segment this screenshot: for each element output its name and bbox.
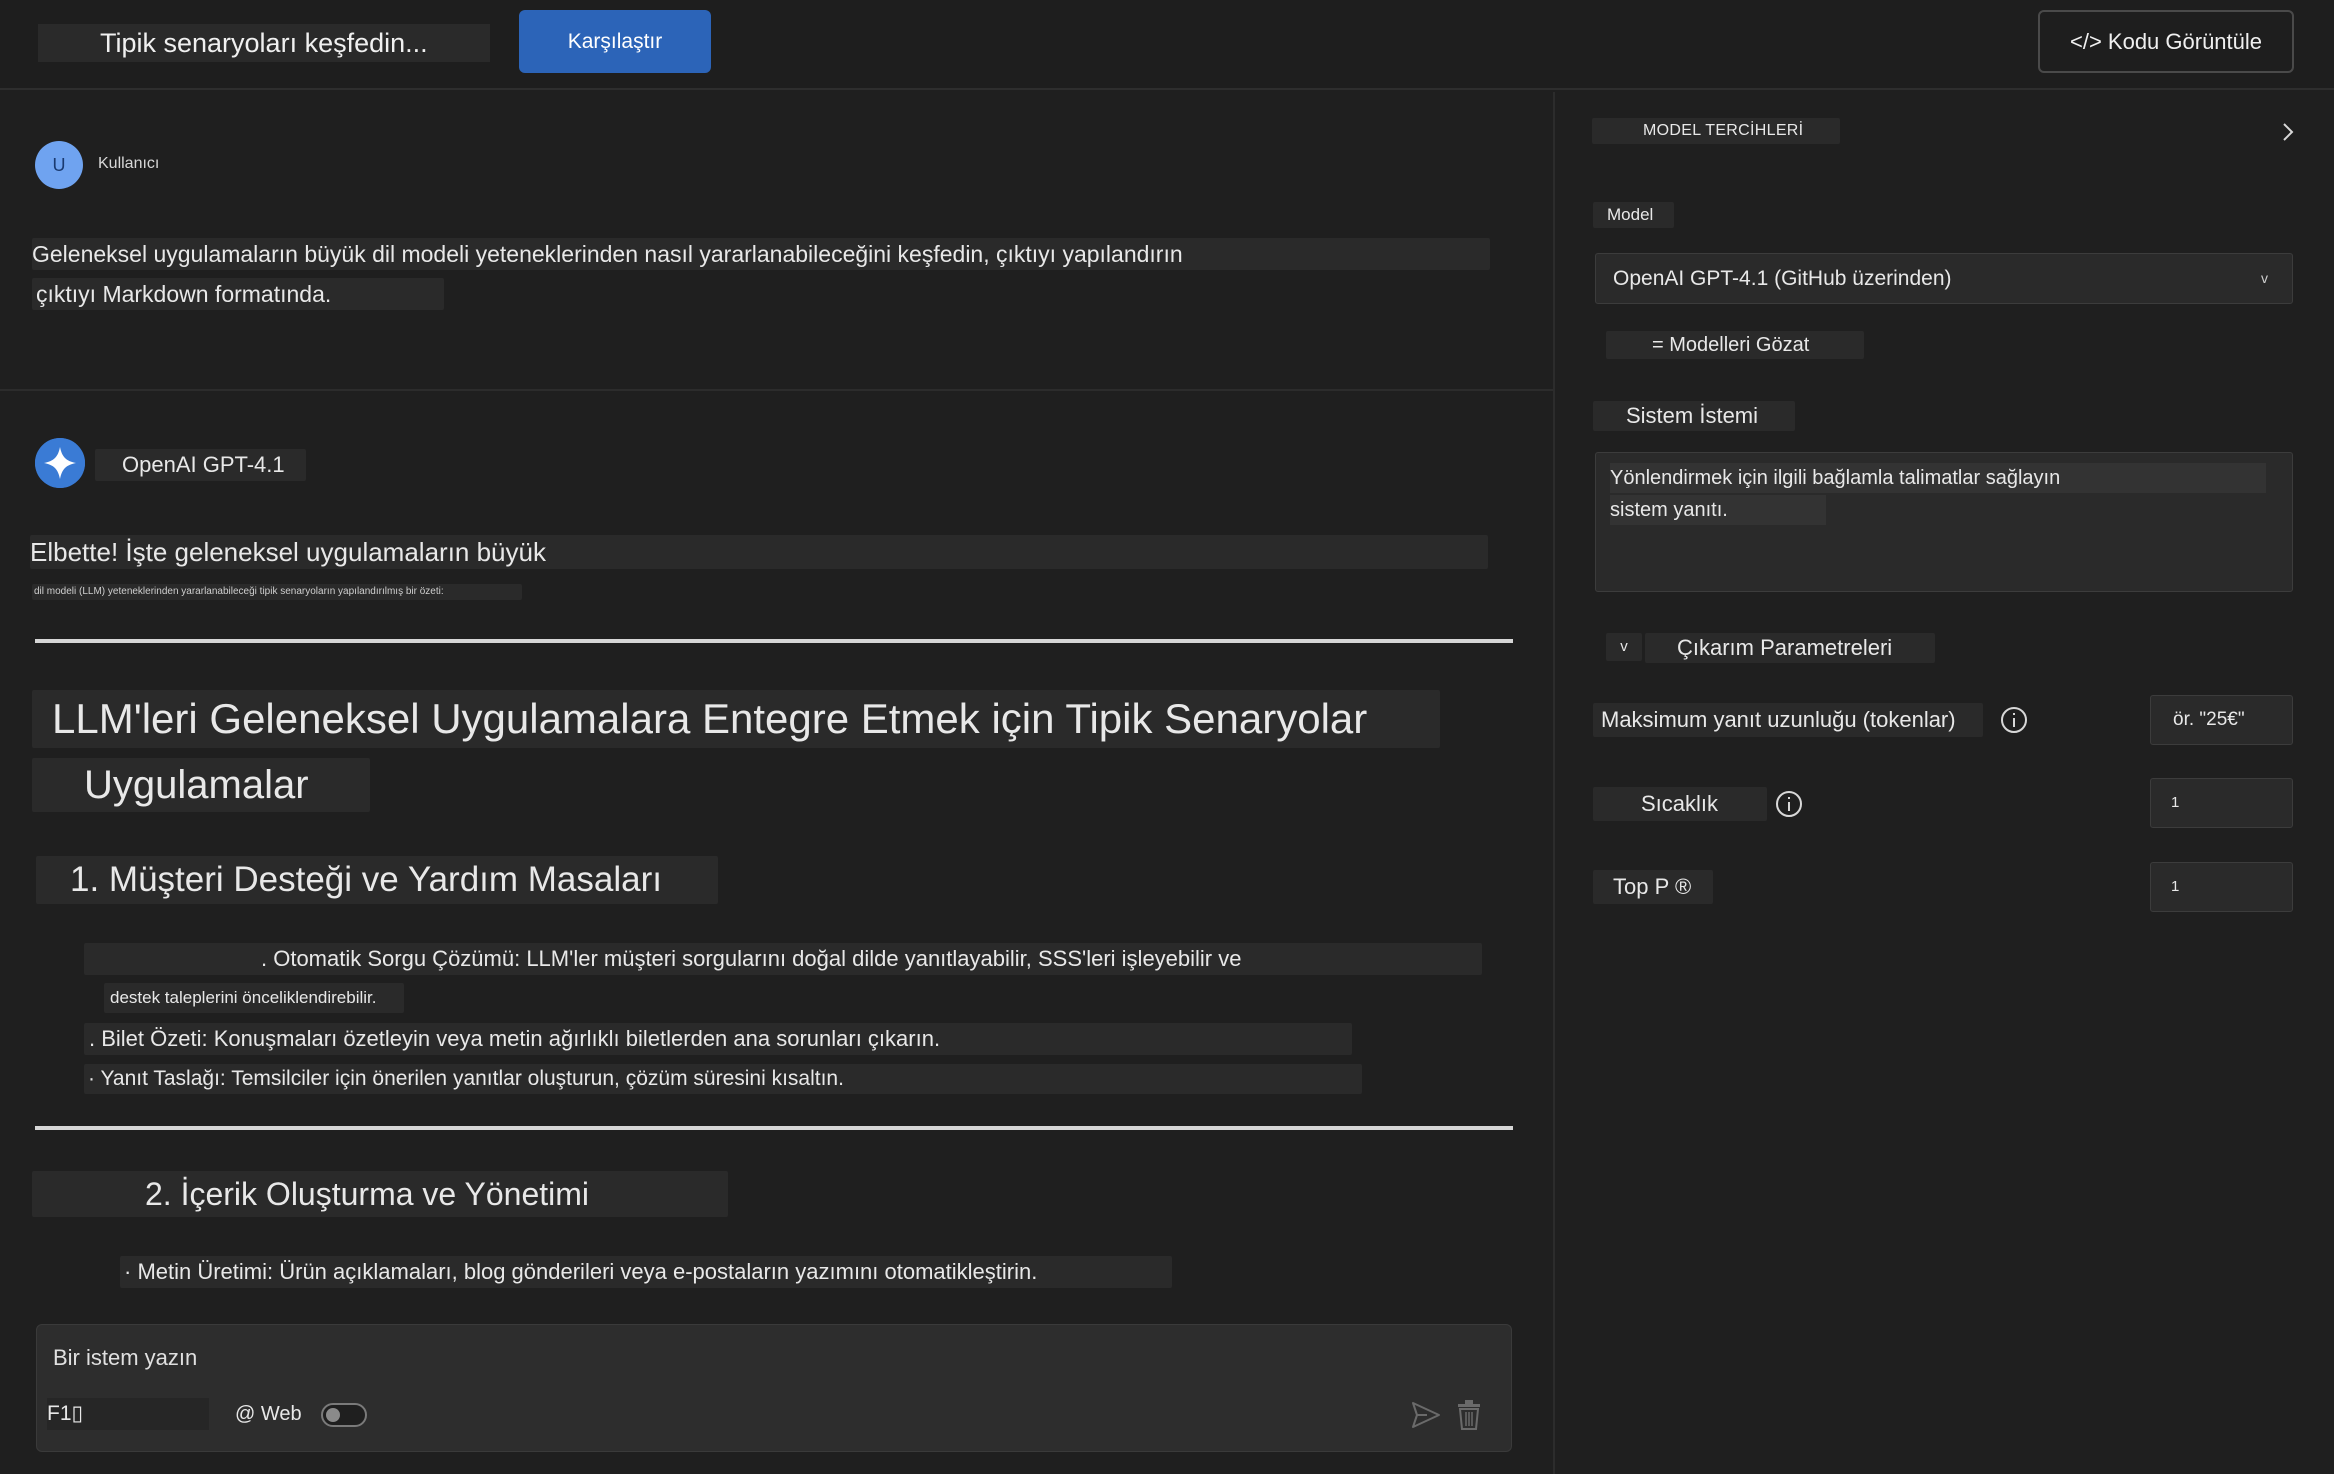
chevron-right-icon[interactable] xyxy=(2278,119,2298,145)
model-select[interactable]: OpenAI GPT-4.1 (GitHub üzerinden) v xyxy=(1595,253,2293,304)
temperature-input[interactable]: 1 xyxy=(2150,778,2293,828)
inference-params-label[interactable]: Çıkarım Parametreleri xyxy=(1645,633,1935,663)
send-icon[interactable] xyxy=(1411,1401,1441,1429)
section1-bullet3: · Yanıt Taslağı: Temsilciler için öneril… xyxy=(84,1064,1362,1094)
trash-icon[interactable] xyxy=(1457,1400,1481,1430)
model-select-value: OpenAI GPT-4.1 (GitHub üzerinden) xyxy=(1613,267,1952,290)
assistant-intro: Elbette! İşte geleneksel uygulamaların b… xyxy=(30,535,1488,569)
horizontal-rule xyxy=(35,1126,1513,1130)
system-prompt-placeholder-line1: Yönlendirmek için ilgili bağlamla talima… xyxy=(1610,463,2266,493)
section2-title: 2. İçerik Oluşturma ve Yönetimi xyxy=(32,1171,728,1217)
assistant-avatar-icon xyxy=(35,438,85,488)
system-prompt-label: Sistem İstemi xyxy=(1593,401,1795,431)
user-message-line1: Geleneksel uygulamaların büyük dil model… xyxy=(32,238,1490,270)
view-code-button[interactable]: </> Kodu Görüntüle xyxy=(2038,10,2294,73)
top-p-input[interactable]: 1 xyxy=(2150,862,2293,912)
user-avatar: U xyxy=(35,141,83,189)
info-icon[interactable] xyxy=(2000,706,2028,734)
top-p-label: Top P ® xyxy=(1593,870,1713,904)
system-prompt-textarea[interactable]: Yönlendirmek için ilgili bağlamla talima… xyxy=(1595,452,2293,592)
section1-bullet1-line2: destek taleplerini önceliklendirebilir. xyxy=(104,983,404,1013)
system-prompt-placeholder-line2: sistem yanıtı. xyxy=(1610,495,1826,525)
max-tokens-label: Maksimum yanıt uzunluğu (tokenlar) xyxy=(1593,703,1983,737)
info-icon[interactable] xyxy=(1775,790,1803,818)
inference-collapse-chevron-icon[interactable]: v xyxy=(1606,633,1642,661)
browse-models-button[interactable]: = Modelleri Gözat xyxy=(1606,331,1864,359)
max-tokens-input[interactable]: ör. "25€" xyxy=(2150,695,2293,745)
prompt-box: Bir istem yazın F1▯ @ Web xyxy=(36,1324,1512,1452)
prompt-input[interactable]: Bir istem yazın xyxy=(53,1342,235,1374)
section1-bullet1-line1: . Otomatik Sorgu Çözümü: LLM'ler müşteri… xyxy=(84,943,1482,975)
scenario-search-input[interactable]: Tipik senaryoları keşfedin... xyxy=(38,24,490,62)
model-label: Model xyxy=(1593,202,1674,228)
assistant-name: OpenAI GPT-4.1 xyxy=(95,449,306,481)
toggle-knob xyxy=(326,1408,340,1422)
section2-bullet1: · Metin Üretimi: Ürün açıklamaları, blog… xyxy=(120,1256,1172,1288)
section1-bullet2: . Bilet Özeti: Konuşmaları özetleyin vey… xyxy=(84,1023,1352,1055)
response-heading-line2: Uygulamalar xyxy=(32,758,370,812)
top-bar: Tipik senaryoları keşfedin... Karşılaştı… xyxy=(0,0,2334,90)
user-message-line2: çıktıyı Markdown formatında. xyxy=(32,278,444,310)
user-name: Kullanıcı xyxy=(98,155,160,172)
attachment-field[interactable]: F1▯ xyxy=(47,1398,209,1430)
compare-button[interactable]: Karşılaştır xyxy=(519,10,711,73)
assistant-intro-sub: dil modeli (LLM) yeteneklerinden yararla… xyxy=(32,584,522,600)
chevron-down-icon: v xyxy=(2261,270,2268,286)
model-preferences-title: MODEL TERCİHLERİ xyxy=(1592,118,1840,144)
web-search-label: @ Web xyxy=(235,1403,302,1425)
response-heading-line1: LLM'leri Geleneksel Uygulamalara Entegre… xyxy=(32,690,1440,748)
web-search-toggle[interactable] xyxy=(321,1403,367,1427)
temperature-label: Sıcaklık xyxy=(1593,787,1767,821)
message-separator xyxy=(0,389,1553,391)
section1-title: 1. Müşteri Desteği ve Yardım Masaları xyxy=(36,856,718,904)
horizontal-rule xyxy=(35,639,1513,643)
